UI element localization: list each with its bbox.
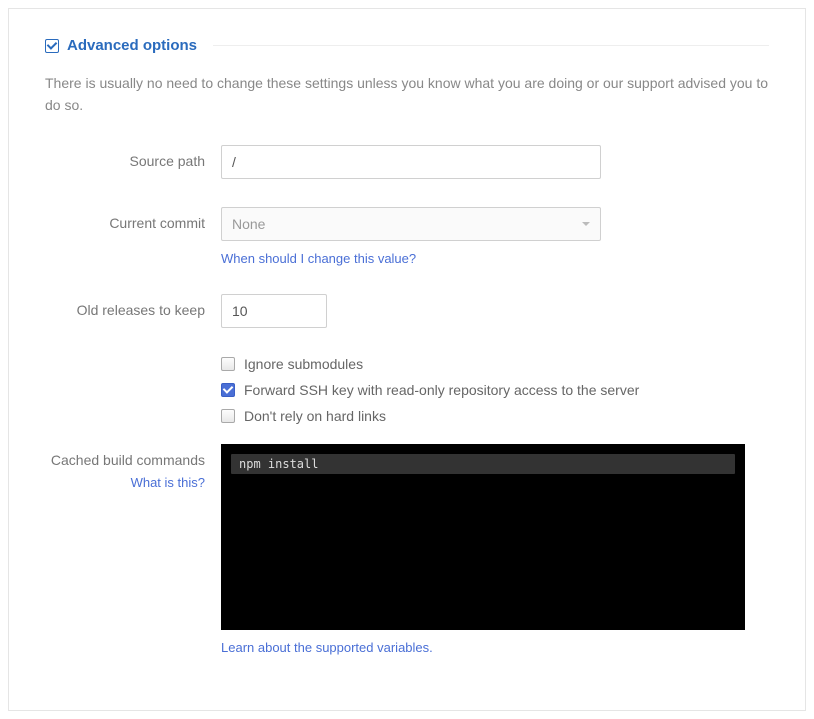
label-current-commit: Current commit (45, 207, 221, 234)
check-ignore-submodules[interactable] (221, 357, 235, 371)
check-forward-ssh-label: Forward SSH key with read-only repositor… (244, 382, 639, 398)
check-ignore-submodules-label: Ignore submodules (244, 356, 363, 372)
chevron-down-icon (582, 222, 590, 226)
cached-build-command: npm install (231, 454, 735, 474)
check-forward-ssh-row: Forward SSH key with read-only repositor… (221, 382, 745, 398)
check-ignore-submodules-row: Ignore submodules (221, 356, 745, 372)
row-checkboxes: Ignore submodules Forward SSH key with r… (45, 356, 769, 434)
row-cached-build: Cached build commands What is this? npm … (45, 444, 769, 655)
section-header: Advanced options (45, 37, 769, 54)
row-current-commit: Current commit None When should I change… (45, 207, 769, 266)
check-forward-ssh[interactable] (221, 383, 235, 397)
check-no-hard-links-row: Don't rely on hard links (221, 408, 745, 424)
current-commit-value: None (232, 216, 265, 232)
cached-build-hint-link[interactable]: What is this? (45, 474, 205, 492)
label-old-releases: Old releases to keep (45, 294, 221, 321)
check-no-hard-links[interactable] (221, 409, 235, 423)
cached-build-label-text: Cached build commands (51, 452, 205, 468)
row-old-releases: Old releases to keep (45, 294, 769, 328)
row-source-path: Source path (45, 145, 769, 179)
current-commit-hint-link[interactable]: When should I change this value? (221, 251, 416, 266)
source-path-input[interactable] (221, 145, 601, 179)
label-cached-build: Cached build commands What is this? (45, 444, 221, 493)
section-rule (213, 45, 769, 46)
cached-build-terminal[interactable]: npm install (221, 444, 745, 630)
old-releases-input[interactable] (221, 294, 327, 328)
section-title: Advanced options (67, 37, 197, 54)
current-commit-select[interactable]: None (221, 207, 601, 241)
section-toggle-icon (45, 39, 59, 53)
supported-variables-link[interactable]: Learn about the supported variables. (221, 640, 433, 655)
check-no-hard-links-label: Don't rely on hard links (244, 408, 386, 424)
advanced-options-panel: Advanced options There is usually no nee… (8, 8, 806, 711)
section-description: There is usually no need to change these… (45, 72, 769, 117)
label-source-path: Source path (45, 145, 221, 172)
